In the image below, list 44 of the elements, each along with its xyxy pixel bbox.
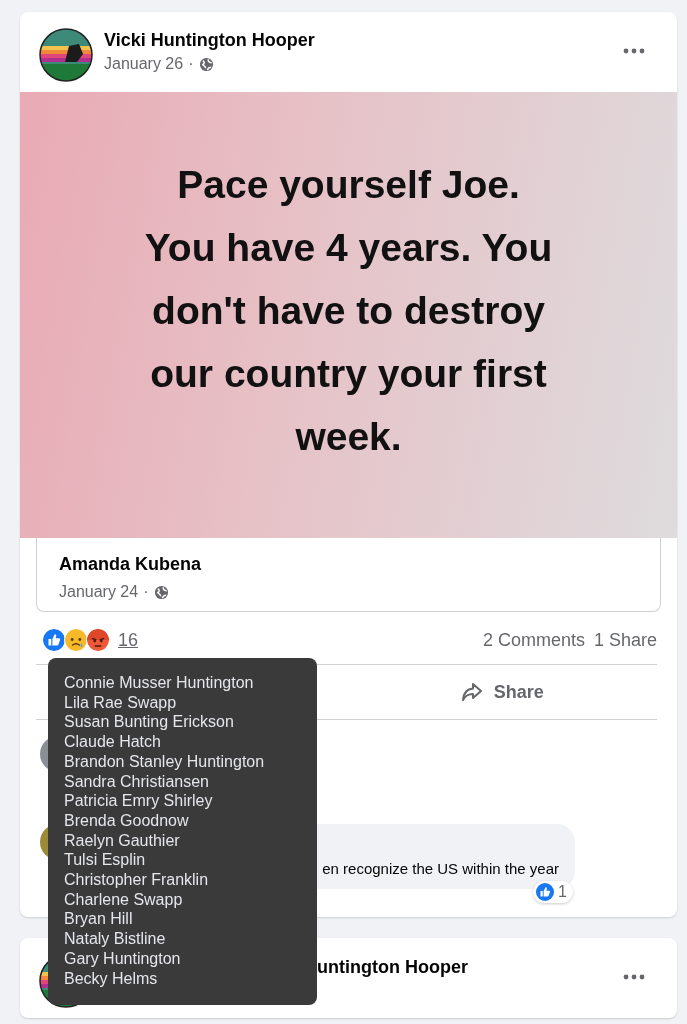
reaction-count[interactable]: 16 [118, 629, 139, 651]
reactor-name: Susan Bunting Erickson [64, 712, 235, 733]
reactor-name: Patricia Emry Shirley [64, 791, 214, 811]
angry-face-icon [86, 628, 110, 652]
globe-icon [198, 56, 214, 72]
comment-reaction-badge[interactable]: 1 [533, 881, 573, 903]
reactor-name: Connie Musser Huntington [64, 673, 255, 693]
comments-count[interactable]: 2 Comments [482, 629, 585, 651]
thumbs-up-icon [42, 628, 66, 652]
author-name[interactable]: untington Hooper [317, 957, 612, 978]
reactor-name: Gary Huntington [64, 948, 182, 969]
reaction-count: 1 [558, 883, 567, 901]
more-options-icon[interactable] [623, 974, 645, 980]
reactor-name: Lila Rae Swapp [64, 692, 178, 713]
separator-dot: · [143, 583, 149, 601]
reactor-name: Brandon Stanley Huntington [64, 751, 266, 772]
sad-face-icon [64, 628, 88, 652]
reactor-name: Raelyn Gauthier [64, 830, 181, 851]
reactor-name: Claude Hatch [64, 732, 162, 752]
reactor-name: Charlene Swapp [64, 889, 184, 910]
more-options-icon[interactable] [623, 48, 645, 54]
comment-text: en recognize the US within the year [322, 860, 559, 877]
reactor-name: Tulsi Esplin [64, 850, 147, 871]
reactor-name: Nataly Bistline [64, 929, 167, 949]
thumbs-up-icon [536, 883, 555, 901]
image-caption-line: Pace yourself Joe. [177, 161, 520, 208]
shared-post-date[interactable]: January 24 [59, 583, 139, 601]
author-name[interactable]: Vicki Huntington Hooper [104, 30, 612, 51]
reactor-name: Christopher Franklin [64, 870, 210, 890]
shares-count[interactable]: 1 Share [593, 629, 657, 651]
image-caption-line: don't have to destroy [152, 287, 545, 334]
post-date[interactable]: January 26 [104, 55, 184, 73]
image-caption-line: our country your first [150, 350, 547, 397]
reactor-name: Sandra Christiansen [64, 771, 210, 792]
image-caption-line: You have 4 years. You [144, 224, 553, 271]
share-button[interactable]: Share [346, 669, 657, 715]
reactor-name: Brenda Goodnow [64, 810, 190, 831]
globe-icon [153, 584, 169, 600]
image-caption-line: week. [295, 413, 402, 460]
shared-author-name[interactable]: Amanda Kubena [59, 554, 638, 575]
reactor-name: Bryan Hill [64, 909, 134, 930]
separator-dot: · [188, 55, 194, 73]
share-icon [459, 680, 484, 704]
reactor-name: Becky Helms [64, 968, 159, 989]
